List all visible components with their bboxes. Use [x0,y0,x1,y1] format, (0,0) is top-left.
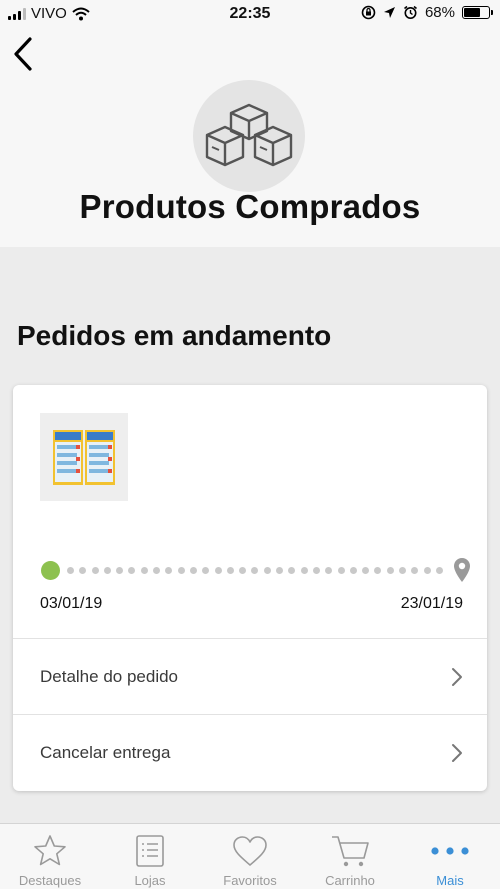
timeline-dot [177,567,185,574]
tab-lojas[interactable]: Lojas [100,824,200,889]
cancel-delivery-row[interactable]: Cancelar entrega [13,714,487,790]
tab-label: Carrinho [325,873,375,888]
battery-percent: 68% [424,4,455,21]
timeline-dot [189,567,197,574]
status-right: 68% [361,4,493,21]
location-icon [383,7,395,18]
timeline-dot [103,567,111,574]
timeline-dot [116,567,124,574]
cart-icon [330,833,370,869]
delivery-timeline [41,557,471,587]
timeline-dot [325,567,333,574]
timeline-dot [263,567,271,574]
timeline-dot [165,567,173,574]
timeline-dot [214,567,222,574]
timeline-dot [239,567,247,574]
alarm-icon [403,5,417,19]
star-icon [33,833,67,869]
timeline-dot [435,567,443,574]
timeline-start-dot [41,561,60,580]
rotation-lock-icon [361,5,376,20]
tab-mais[interactable]: Mais [400,824,500,889]
tab-carrinho[interactable]: Carrinho [300,824,400,889]
order-card: 03/01/19 23/01/19 Detalhe do pedido Canc… [13,385,487,791]
tab-label: Favoritos [223,873,277,888]
timeline-dot [399,567,407,574]
battery-fill [464,8,481,17]
tab-destaques[interactable]: Destaques [0,824,100,889]
timeline-dot [153,567,161,574]
timeline-dot [140,567,148,574]
chevron-left-icon [14,37,32,71]
tab-label: Destaques [18,873,82,888]
heart-icon [232,833,268,869]
timeline-dot [79,567,87,574]
status-bar: VIVO 22:35 68% [0,0,500,30]
timeline-dot [312,567,320,574]
product-thumbnail[interactable] [40,413,128,501]
cancel-delivery-label: Cancelar entrega [40,742,171,762]
more-icon [430,833,470,869]
timeline-dot [91,567,99,574]
header: Produtos Comprados [0,30,500,247]
timeline-dot [423,567,431,574]
battery-icon [462,6,493,19]
boxes-icon [193,80,305,192]
location-pin-icon [454,558,470,582]
timeline-dot [300,567,308,574]
timeline-dot [288,567,296,574]
order-detail-row[interactable]: Detalhe do pedido [13,638,487,714]
order-detail-label: Detalhe do pedido [40,666,179,686]
chevron-right-icon [452,667,462,686]
tab-bar: Destaques Lojas Favoritos Carrinho Mais [0,823,500,889]
timeline-dot [67,567,74,574]
timeline-dot [349,567,357,574]
chevron-right-icon [452,743,462,762]
timeline-dots [67,567,443,575]
timeline-dot [362,567,370,574]
end-date: 23/01/19 [400,595,463,612]
section-title: Pedidos em andamento [17,320,332,351]
page-title: Produtos Comprados [79,188,421,225]
timeline-dot [251,567,259,574]
timeline-dot [202,567,210,574]
timeline-dot [128,567,136,574]
timeline-dot [411,567,419,574]
list-icon [135,833,165,869]
tab-favoritos[interactable]: Favoritos [200,824,300,889]
timeline-dot [386,567,394,574]
timeline-dot [276,567,284,574]
timeline-dot [337,567,345,574]
product-image [53,430,115,485]
timeline-dot [226,567,234,574]
back-button[interactable] [6,34,40,74]
start-date: 03/01/19 [40,595,103,612]
timeline-dot [374,567,382,574]
tab-label: Mais [436,873,464,888]
tab-label: Lojas [134,873,166,888]
